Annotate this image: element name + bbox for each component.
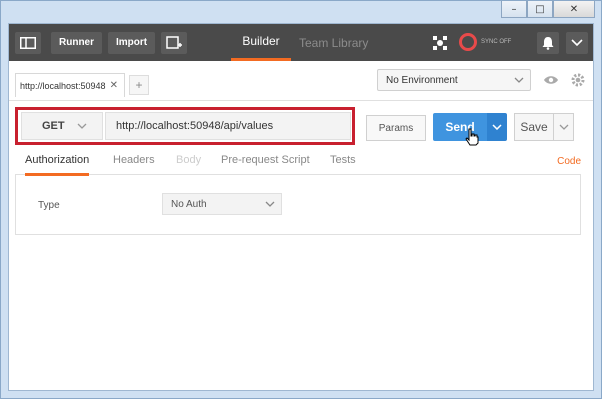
sync-icon — [459, 33, 477, 51]
tab-pre-request-script[interactable]: Pre-request Script — [221, 154, 310, 166]
environment-select[interactable]: No Environment — [377, 69, 531, 91]
eye-icon — [544, 76, 558, 84]
satellite-icon — [433, 36, 447, 50]
sync-label: SYNC OFF — [481, 39, 512, 45]
request-options-tabs: Authorization Headers Body Pre-request S… — [15, 149, 581, 176]
add-tab-button[interactable]: + — [129, 75, 149, 95]
type-label: Type — [38, 200, 60, 211]
sidebar-toggle-button[interactable] — [15, 31, 41, 54]
app-window: – □ ✕ Runner Import Builder Team Library… — [0, 0, 602, 399]
environment-value: No Environment — [386, 74, 458, 86]
save-dropdown-button[interactable] — [554, 113, 574, 141]
chevron-down-icon — [514, 77, 524, 83]
hand-cursor-icon — [465, 128, 479, 146]
new-window-icon — [166, 35, 183, 49]
quick-look-button[interactable] — [540, 69, 562, 91]
runner-button[interactable]: Runner — [51, 31, 102, 54]
tab-builder[interactable]: Builder — [231, 24, 291, 61]
request-tab-label: http://localhost:50948 — [20, 80, 106, 91]
auth-type-value: No Auth — [171, 198, 207, 210]
notifications-button[interactable] — [537, 32, 559, 54]
highlight-box — [15, 107, 355, 145]
tab-body[interactable]: Body — [176, 154, 201, 166]
tab-headers[interactable]: Headers — [113, 154, 155, 166]
auth-type-select[interactable]: No Auth — [162, 193, 282, 215]
tab-authorization[interactable]: Authorization — [25, 154, 90, 176]
app-content: Runner Import Builder Team Library SYNC … — [8, 23, 594, 391]
close-window-button[interactable]: ✕ — [553, 1, 595, 18]
import-button[interactable]: Import — [108, 31, 156, 54]
tab-tests[interactable]: Tests — [330, 154, 356, 166]
tab-team-library[interactable]: Team Library — [299, 24, 368, 61]
top-header: Runner Import Builder Team Library SYNC … — [9, 24, 593, 61]
manage-environments-button[interactable] — [567, 69, 589, 91]
bell-icon — [542, 37, 554, 50]
gear-icon — [571, 73, 585, 87]
request-tab-bar: http://localhost:50948 ✕ + No Environmen… — [9, 61, 593, 101]
chevron-down-icon — [265, 201, 275, 207]
interceptor-button[interactable] — [429, 32, 451, 54]
window-controls: – □ ✕ — [501, 1, 595, 19]
send-dropdown-button[interactable] — [487, 113, 507, 141]
sidebar-icon — [20, 36, 36, 49]
save-button[interactable]: Save — [514, 113, 554, 141]
chevron-down-icon — [571, 39, 583, 47]
close-tab-icon[interactable]: ✕ — [110, 80, 118, 91]
chevron-down-icon — [492, 124, 502, 130]
maximize-button[interactable]: □ — [527, 1, 553, 18]
code-link[interactable]: Code — [557, 156, 581, 167]
authorization-panel: Type No Auth — [15, 175, 581, 235]
sync-status[interactable]: SYNC OFF — [459, 33, 511, 51]
params-button[interactable]: Params — [366, 115, 426, 141]
request-tab[interactable]: http://localhost:50948 ✕ — [15, 73, 125, 97]
settings-dropdown-button[interactable] — [566, 32, 588, 54]
new-window-button[interactable] — [161, 31, 188, 54]
minimize-button[interactable]: – — [501, 1, 527, 18]
chevron-down-icon — [559, 124, 568, 130]
